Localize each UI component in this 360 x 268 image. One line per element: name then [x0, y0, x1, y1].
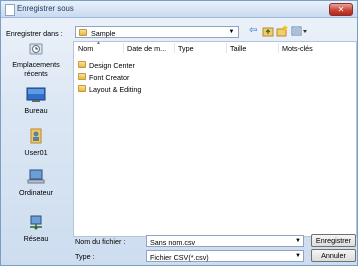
filetype-label: Type :	[75, 252, 95, 261]
place-label: Emplacements récents	[12, 60, 60, 78]
place-desktop[interactable]: Bureau	[6, 87, 66, 116]
column-size[interactable]: Taille	[230, 44, 246, 53]
recent-places-icon	[29, 43, 43, 55]
look-in-label: Enregistrer dans :	[6, 29, 63, 38]
place-user[interactable]: User01	[6, 127, 66, 158]
folder-icon	[78, 85, 86, 92]
up-folder-icon[interactable]	[262, 25, 274, 37]
folder-icon	[79, 29, 87, 36]
look-in-value: Sample	[91, 28, 116, 38]
place-recent[interactable]: Emplacements récents	[6, 41, 66, 78]
new-folder-icon[interactable]	[276, 25, 288, 37]
place-label: Réseau	[23, 234, 49, 243]
filename-value: Sans nom.csv	[150, 237, 196, 247]
desktop-icon	[26, 87, 46, 102]
sort-ascending-icon: ▲	[96, 40, 101, 46]
place-label: Bureau	[24, 106, 48, 115]
filename-field[interactable]: Sans nom.csv ▼	[146, 235, 304, 247]
dropdown-arrow-icon[interactable]: ▼	[295, 252, 301, 260]
close-button[interactable]: ✕	[329, 3, 353, 16]
views-menu-icon[interactable]	[291, 25, 309, 37]
file-list[interactable]: Nom ▲ Date de m... Type Taille Mots-clés…	[73, 40, 357, 237]
back-arrow-icon[interactable]: ⇦	[249, 25, 261, 37]
place-label: Ordinateur	[19, 188, 53, 197]
place-computer[interactable]: Ordinateur	[6, 169, 66, 198]
look-in-dropdown[interactable]: Sample ▼	[75, 26, 239, 38]
network-icon	[30, 215, 42, 230]
save-button[interactable]: Enregistrer	[311, 234, 356, 247]
cancel-button[interactable]: Annuler	[311, 249, 356, 262]
filetype-value: Fichier CSV(*.csv)	[150, 252, 209, 262]
column-keywords[interactable]: Mots-clés	[282, 44, 313, 53]
dialog-title: Enregistrer sous	[17, 4, 74, 13]
save-as-dialog: Enregistrer sous ✕ Enregistrer dans : Sa…	[0, 0, 358, 266]
column-name[interactable]: Nom	[78, 44, 93, 53]
file-name: Font Creator	[89, 73, 130, 82]
filename-label: Nom du fichier :	[75, 237, 126, 246]
places-bar: Emplacements récents Bureau User01 Ordin…	[6, 41, 66, 251]
folder-icon	[78, 73, 86, 80]
column-header-row: Nom ▲ Date de m... Type Taille Mots-clés	[74, 40, 356, 54]
dropdown-arrow-icon[interactable]: ▼	[227, 28, 236, 36]
place-network[interactable]: Réseau	[6, 215, 66, 244]
column-date[interactable]: Date de m...	[127, 44, 166, 53]
user-folder-icon	[30, 128, 42, 144]
place-label: User01	[24, 148, 48, 157]
document-icon	[5, 4, 15, 16]
folder-icon	[78, 61, 86, 68]
dropdown-arrow-icon[interactable]: ▼	[295, 237, 301, 245]
close-icon: ✕	[337, 5, 345, 14]
file-name: Layout & Editing	[89, 85, 142, 94]
computer-icon	[27, 169, 45, 184]
file-name: Design Center	[89, 61, 135, 70]
column-type[interactable]: Type	[178, 44, 194, 53]
title-bar: Enregistrer sous ✕	[1, 1, 357, 18]
filetype-select[interactable]: Fichier CSV(*.csv) ▼	[146, 250, 304, 262]
